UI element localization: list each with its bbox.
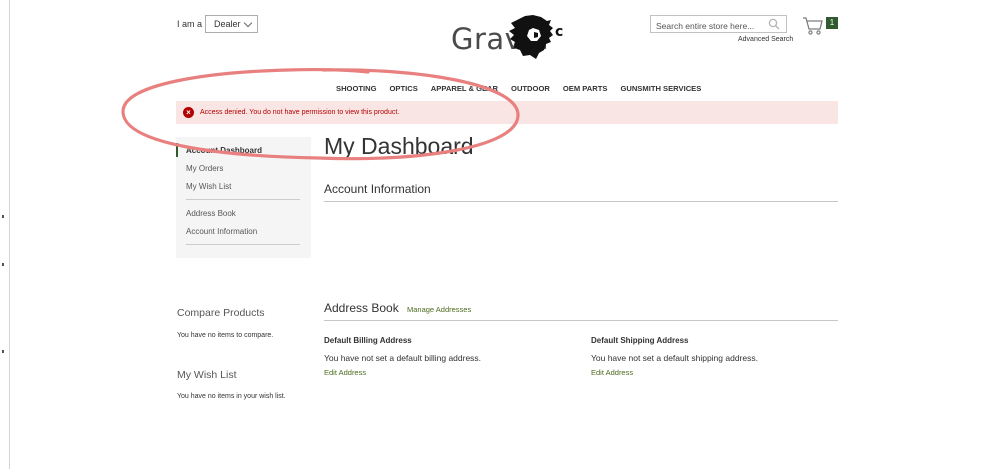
nav-item-oem-parts[interactable]: OEM PARTS [563, 84, 608, 93]
sidebar-item-my-orders[interactable]: My Orders [186, 164, 223, 173]
cart-icon[interactable] [802, 16, 824, 36]
wishlist-empty: You have no items in your wish list. [177, 393, 286, 400]
edge-marker [1, 262, 6, 267]
sidebar-item-account-information[interactable]: Account Information [186, 227, 257, 236]
sidebar-item-account-dashboard[interactable]: Account Dashboard [186, 146, 262, 155]
main-nav: SHOOTING OPTICS APPAREL & GEAR OUTDOOR O… [336, 84, 714, 93]
shipping-address-title: Default Shipping Address [591, 336, 689, 345]
wishlist-title: My Wish List [177, 369, 237, 381]
role-label: I am a [177, 19, 203, 29]
billing-address-title: Default Billing Address [324, 336, 412, 345]
search-box[interactable] [650, 15, 787, 34]
search-input[interactable] [651, 18, 768, 34]
role-select[interactable]: Dealer [205, 15, 258, 33]
active-indicator [176, 143, 178, 157]
nav-item-optics[interactable]: OPTICS [390, 84, 418, 93]
sidebar-item-address-book[interactable]: Address Book [186, 209, 236, 218]
search-icon[interactable] [768, 18, 780, 30]
error-text: Access denied. You do not have permissio… [200, 109, 400, 116]
compare-products-empty: You have no items to compare. [177, 332, 274, 339]
lion-logo-icon: c [509, 15, 563, 59]
svg-text:c: c [555, 24, 563, 40]
account-sidebar: Account Dashboard My Orders My Wish List… [176, 137, 311, 258]
edge-marker [1, 214, 6, 219]
nav-item-outdoor[interactable]: OUTDOOR [511, 84, 550, 93]
chevron-down-icon [243, 18, 253, 28]
account-information-title: Account Information [324, 182, 431, 196]
billing-address-text: You have not set a default billing addre… [324, 353, 482, 363]
section-divider [324, 201, 838, 202]
address-book-title: Address Book [324, 301, 399, 315]
error-message: × Access denied. You do not have permiss… [176, 101, 838, 124]
section-divider [324, 320, 838, 321]
manage-addresses-link[interactable]: Manage Addresses [407, 305, 471, 314]
edit-billing-address-link[interactable]: Edit Address [324, 368, 366, 377]
left-edge-line [9, 0, 10, 469]
page-title: My Dashboard [324, 133, 474, 159]
shipping-address-text: You have not set a default shipping addr… [591, 353, 758, 363]
site-logo[interactable]: Gravel c [451, 14, 566, 60]
sidebar-divider [186, 199, 300, 200]
edge-marker [1, 349, 6, 354]
error-icon: × [183, 107, 194, 118]
compare-products-title: Compare Products [177, 307, 265, 319]
sidebar-item-my-wish-list[interactable]: My Wish List [186, 182, 231, 191]
role-select-value: Dealer [214, 19, 241, 29]
sidebar-divider [186, 244, 300, 245]
advanced-search-link[interactable]: Advanced Search [738, 36, 793, 43]
nav-item-apparel-gear[interactable]: APPAREL & GEAR [431, 84, 498, 93]
cart-count-badge[interactable]: 1 [826, 17, 838, 29]
nav-item-gunsmith-services[interactable]: GUNSMITH SERVICES [620, 84, 701, 93]
nav-item-shooting[interactable]: SHOOTING [336, 84, 377, 93]
edit-shipping-address-link[interactable]: Edit Address [591, 368, 633, 377]
